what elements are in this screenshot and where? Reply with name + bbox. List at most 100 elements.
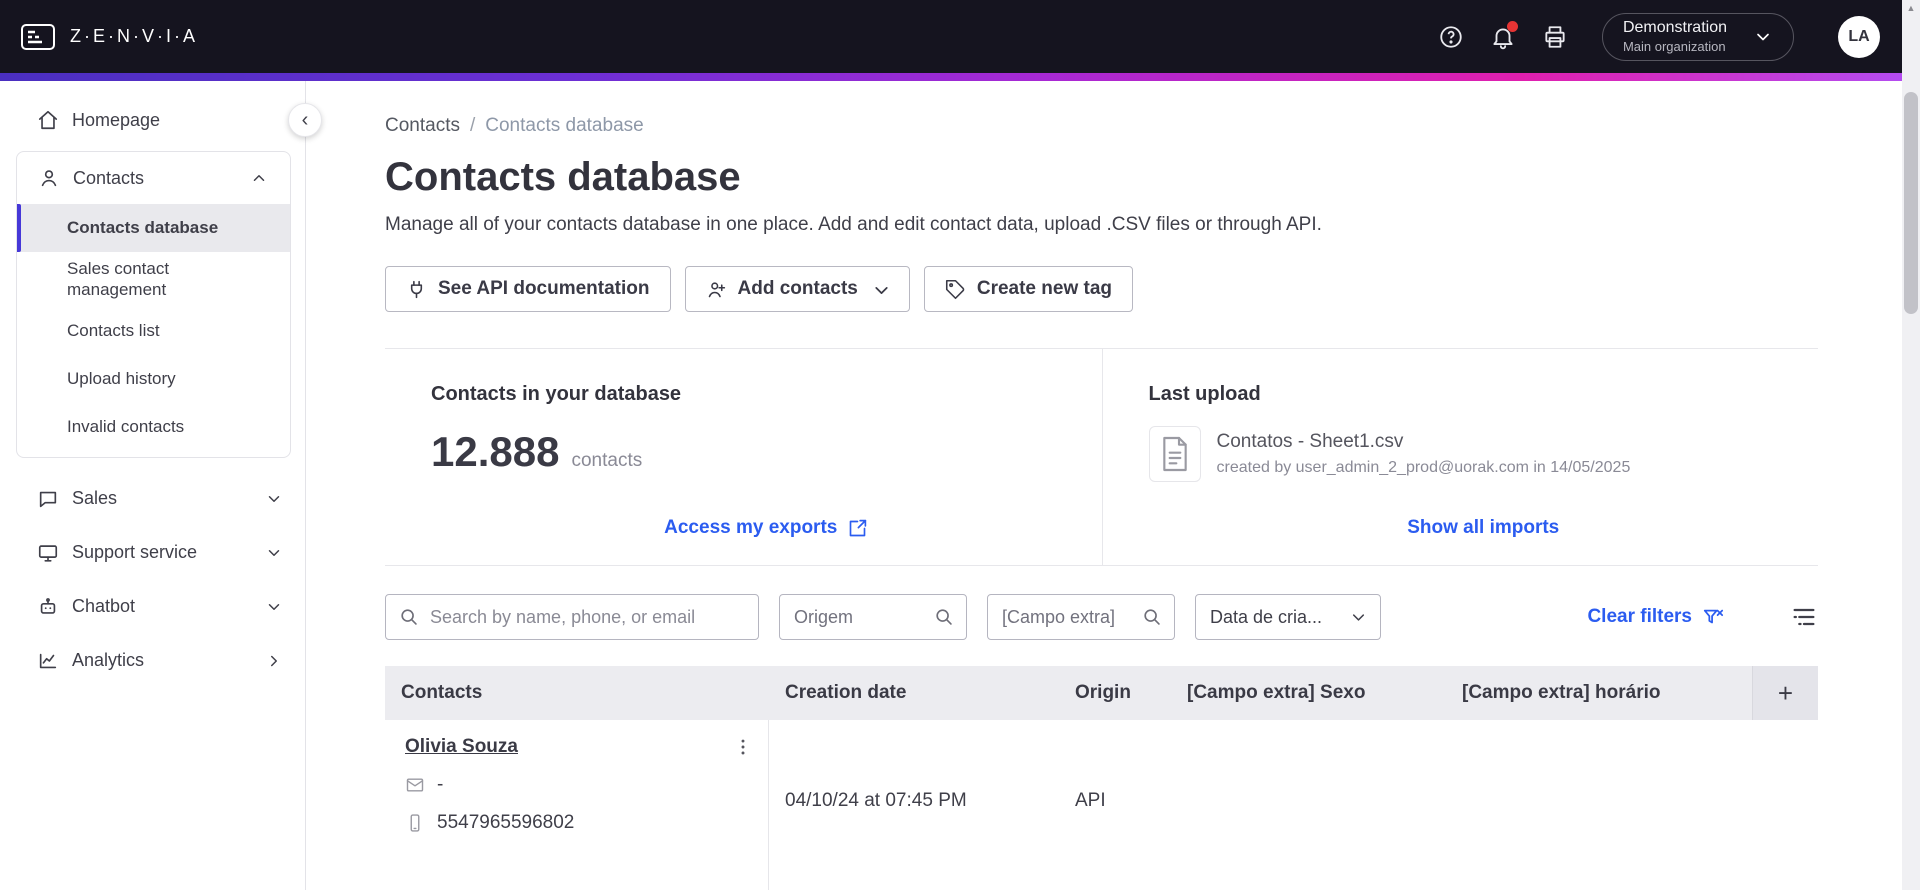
creation-date-cell: 04/10/24 at 07:45 PM <box>785 790 967 811</box>
button-label: Create new tag <box>976 278 1113 299</box>
column-header-origin[interactable]: Origin <box>1059 666 1171 720</box>
add-column-cell <box>1752 720 1818 890</box>
search-icon <box>1141 606 1162 627</box>
user-plus-icon <box>706 279 727 300</box>
search-icon <box>933 606 954 627</box>
sidebar-item-label: Contacts list <box>67 320 160 340</box>
table-row: Olivia Souza - 5547965596802 04/10/24 at… <box>385 720 1818 890</box>
sidebar-item-invalid-contacts[interactable]: Invalid contacts <box>17 403 290 451</box>
chevron-down-icon <box>871 280 889 298</box>
sidebar-item-label: Analytics <box>72 650 145 670</box>
avatar[interactable]: LA <box>1838 15 1880 58</box>
column-header-extra-sexo[interactable]: [Campo extra] Sexo <box>1171 666 1446 720</box>
contact-email: - <box>437 774 444 795</box>
sidebar-collapse-button[interactable]: ‹ <box>288 103 322 137</box>
home-icon <box>37 109 59 131</box>
sidebar-item-label: Contacts database <box>67 218 219 237</box>
contact-name-link[interactable]: Olivia Souza <box>405 736 518 758</box>
export-icon <box>847 518 868 539</box>
see-api-documentation-button[interactable]: See API documentation <box>385 266 671 312</box>
sidebar-item-contacts-list[interactable]: Contacts list <box>17 307 290 355</box>
filter-list-icon[interactable] <box>1790 603 1818 631</box>
sidebar-item-label: Sales <box>72 488 118 508</box>
scrollbar-thumb[interactable] <box>1904 92 1918 314</box>
sidebar-item-contacts[interactable]: Contacts <box>17 152 290 204</box>
contacts-table: Contacts Creation date Origin [Campo ext… <box>385 666 1818 890</box>
add-contacts-button[interactable]: Add contacts <box>684 266 910 312</box>
table-header-row: Contacts Creation date Origin [Campo ext… <box>385 666 1818 720</box>
chevron-up-icon <box>250 169 268 187</box>
monitor-icon <box>37 542 59 564</box>
selected-accent-bar <box>17 204 21 252</box>
sidebar-item-analytics[interactable]: Analytics <box>0 634 305 688</box>
chevron-down-icon <box>265 490 283 508</box>
mobile-phone-icon <box>410 814 420 832</box>
sidebar-item-label: Chatbot <box>72 596 136 616</box>
robot-icon <box>37 596 59 618</box>
sidebar-item-label: Invalid contacts <box>67 416 185 436</box>
zenvia-logo-icon <box>18 17 58 57</box>
last-upload-panel: Last upload Contatos - Sheet1.csv create… <box>1101 349 1819 565</box>
envelope-icon <box>406 778 424 792</box>
scroll-up-arrow[interactable]: ▲ <box>1902 0 1920 16</box>
add-column-button[interactable]: + <box>1752 666 1818 720</box>
sidebar-group-contacts: Contacts Contacts database Sales contact… <box>16 151 291 458</box>
link-label: Clear filters <box>1587 606 1692 627</box>
brand-text: Z·E·N·V·I·A <box>70 26 198 46</box>
contact-phone: 5547965596802 <box>437 812 575 833</box>
access-my-exports-link[interactable]: Access my exports <box>664 517 868 539</box>
sidebar-item-sales[interactable]: Sales <box>0 472 305 526</box>
sidebar-item-contacts-database[interactable]: Contacts database <box>17 204 290 252</box>
page-subtitle: Manage all of your contacts database in … <box>385 214 1322 235</box>
sidebar-item-label: Sales contact management <box>67 259 170 300</box>
breadcrumb-contacts[interactable]: Contacts <box>385 115 460 137</box>
sidebar-item-sales-contact-management[interactable]: Sales contact management <box>17 252 290 307</box>
page-title: Contacts database <box>385 155 741 199</box>
sidebar-item-label: Contacts <box>73 167 145 188</box>
sidebar-item-homepage[interactable]: Homepage <box>0 93 305 147</box>
organization-switcher[interactable]: Demonstration Main organization <box>1601 12 1794 61</box>
chevron-down-icon <box>1753 27 1773 47</box>
printer-icon[interactable] <box>1542 24 1568 50</box>
last-upload-title: Last upload <box>1148 383 1261 405</box>
user-icon <box>38 167 60 189</box>
show-all-imports-link[interactable]: Show all imports <box>1407 517 1559 539</box>
clear-filters-link[interactable]: Clear filters <box>1587 606 1724 628</box>
line-chart-icon <box>37 650 59 672</box>
breadcrumb: Contacts / Contacts database <box>385 115 1818 137</box>
api-plug-icon <box>406 279 427 300</box>
sidebar-item-chatbot[interactable]: Chatbot <box>0 580 305 634</box>
sidebar-item-label: Homepage <box>72 109 161 130</box>
kebab-menu-icon[interactable] <box>732 736 754 758</box>
organization-subtitle: Main organization <box>1622 39 1726 54</box>
column-header-extra-horario[interactable]: [Campo extra] horário <box>1446 666 1752 720</box>
contacts-count-value: 12.888 <box>431 428 560 475</box>
breadcrumb-current: Contacts database <box>485 115 644 136</box>
column-header-creation-date[interactable]: Creation date <box>769 666 1059 720</box>
contacts-count-panel: Contacts in your database 12.888 contact… <box>385 349 1102 565</box>
notification-dot <box>1506 20 1518 32</box>
action-buttons: See API documentation Add contacts Creat… <box>385 266 1818 312</box>
upload-file-name: Contatos - Sheet1.csv <box>1216 431 1404 452</box>
sidebar-item-support-service[interactable]: Support service <box>0 526 305 580</box>
create-new-tag-button[interactable]: Create new tag <box>923 266 1134 312</box>
origin-cell: API <box>1075 790 1106 811</box>
link-label: Show all imports <box>1407 517 1560 538</box>
chat-bubble-icon <box>37 488 59 510</box>
search-icon <box>398 606 419 627</box>
tag-icon <box>945 279 966 300</box>
search-input[interactable] <box>385 594 759 640</box>
contacts-count-unit: contacts <box>571 450 643 471</box>
filter-clear-icon <box>1702 606 1724 628</box>
notifications-bell-icon[interactable] <box>1490 20 1518 50</box>
creation-date-filter-select[interactable]: Data de cria... <box>1195 594 1381 640</box>
help-icon[interactable] <box>1438 24 1464 50</box>
contact-phone-line: 5547965596802 <box>405 812 758 834</box>
breadcrumb-separator: / <box>469 115 476 136</box>
vertical-scrollbar[interactable]: ▲ <box>1902 0 1920 890</box>
sidebar-item-upload-history[interactable]: Upload history <box>17 355 290 403</box>
column-header-contacts[interactable]: Contacts <box>385 666 769 720</box>
organization-name: Demonstration <box>1622 19 1727 36</box>
zenvia-logo[interactable]: Z·E·N·V·I·A <box>18 17 198 57</box>
sidebar-item-label: Upload history <box>67 368 176 388</box>
